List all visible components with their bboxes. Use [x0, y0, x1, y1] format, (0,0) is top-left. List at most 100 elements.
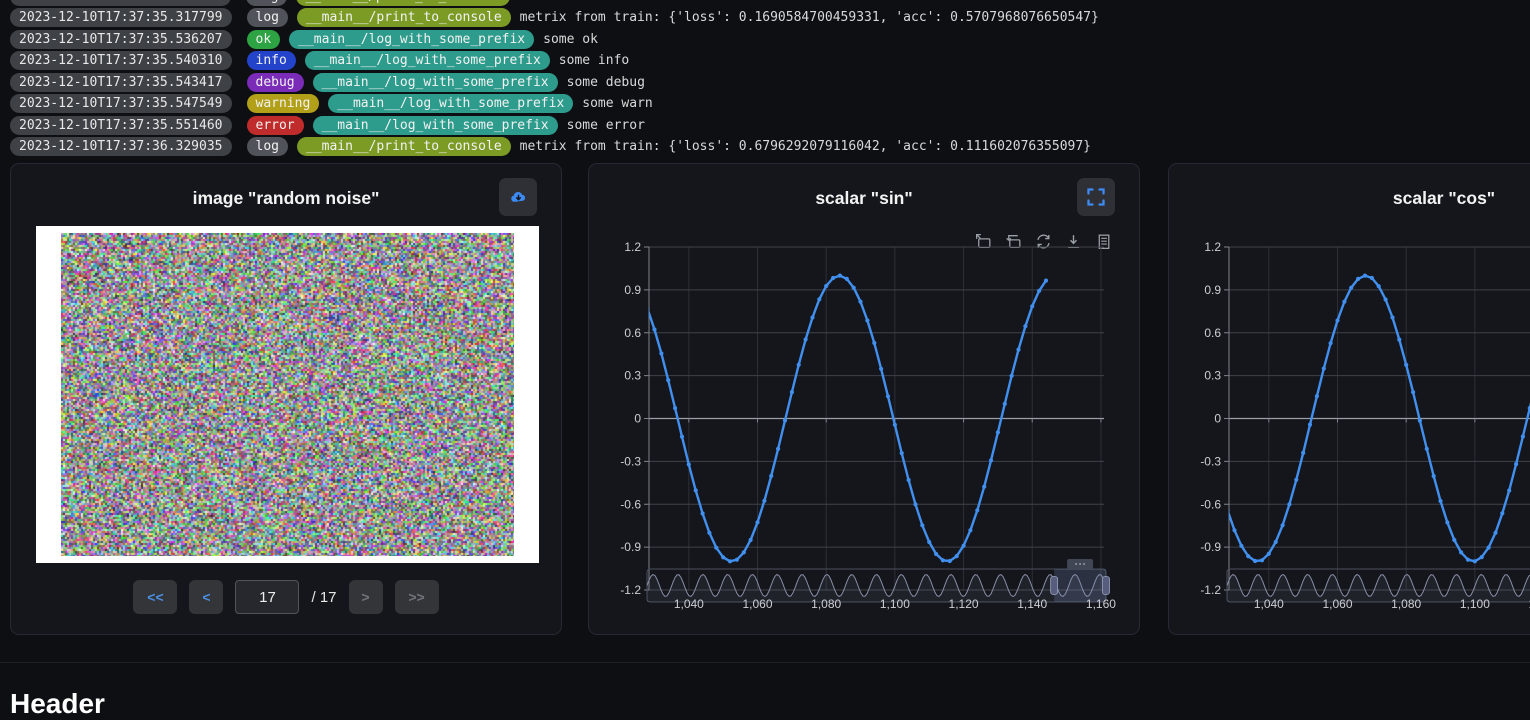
data-point[interactable]: [721, 555, 725, 559]
cos-line-chart[interactable]: 1.20.90.60.30-0.3-0.6-0.9-1.21,0401,0601…: [1169, 224, 1530, 636]
data-point[interactable]: [1023, 324, 1027, 328]
data-point[interactable]: [1370, 276, 1374, 280]
data-point[interactable]: [886, 394, 890, 398]
data-point[interactable]: [1239, 544, 1243, 548]
data-point[interactable]: [1500, 511, 1504, 515]
data-point[interactable]: [1315, 394, 1319, 398]
data-point[interactable]: [927, 540, 931, 544]
data-point[interactable]: [694, 488, 698, 492]
slider-right-handle[interactable]: [1103, 577, 1110, 595]
data-point[interactable]: [1397, 338, 1401, 342]
data-point[interactable]: [783, 418, 787, 422]
data-point[interactable]: [1480, 555, 1484, 559]
data-point[interactable]: [1418, 419, 1422, 423]
data-point[interactable]: [872, 341, 876, 345]
data-point[interactable]: [1287, 502, 1291, 506]
data-point[interactable]: [1473, 559, 1477, 563]
download-image-button[interactable]: [499, 178, 537, 216]
data-point[interactable]: [646, 307, 650, 311]
data-point[interactable]: [996, 430, 1000, 434]
data-point[interactable]: [824, 284, 828, 288]
data-point[interactable]: [1342, 300, 1346, 304]
data-point[interactable]: [1274, 540, 1278, 544]
first-page-button[interactable]: <<: [133, 580, 177, 614]
data-point[interactable]: [1432, 474, 1436, 478]
data-point[interactable]: [769, 474, 773, 478]
data-point[interactable]: [817, 297, 821, 301]
data-point[interactable]: [1487, 546, 1491, 550]
data-point[interactable]: [1356, 277, 1360, 281]
data-point[interactable]: [948, 559, 952, 563]
data-point[interactable]: [845, 277, 849, 281]
data-point[interactable]: [1411, 390, 1415, 394]
data-point[interactable]: [659, 351, 663, 355]
data-point[interactable]: [1404, 363, 1408, 367]
data-point[interactable]: [1037, 289, 1041, 293]
data-point[interactable]: [701, 511, 705, 515]
data-point[interactable]: [920, 523, 924, 527]
data-point[interactable]: [652, 327, 656, 331]
data-point[interactable]: [955, 554, 959, 558]
data-point[interactable]: [982, 485, 986, 489]
data-point[interactable]: [1349, 286, 1353, 290]
data-point[interactable]: [1301, 451, 1305, 455]
data-point[interactable]: [1016, 348, 1020, 352]
data-point[interactable]: [852, 286, 856, 290]
data-point[interactable]: [1514, 462, 1518, 466]
data-point[interactable]: [735, 558, 739, 562]
data-point[interactable]: [968, 528, 972, 532]
data-point[interactable]: [907, 478, 911, 482]
data-point[interactable]: [865, 318, 869, 322]
data-point[interactable]: [1390, 315, 1394, 319]
data-point[interactable]: [1521, 434, 1525, 438]
data-point[interactable]: [1322, 366, 1326, 370]
sin-line-chart[interactable]: 1.20.90.60.30-0.3-0.6-0.9-1.21,0401,0601…: [589, 224, 1141, 636]
data-point[interactable]: [1030, 304, 1034, 308]
data-point[interactable]: [1232, 528, 1236, 532]
data-point[interactable]: [1253, 559, 1257, 563]
data-point[interactable]: [858, 300, 862, 304]
data-point[interactable]: [934, 552, 938, 556]
data-point[interactable]: [1384, 297, 1388, 301]
data-point[interactable]: [797, 363, 801, 367]
data-point[interactable]: [1466, 558, 1470, 562]
data-point[interactable]: [913, 502, 917, 506]
data-point[interactable]: [1010, 374, 1014, 378]
page-number-input[interactable]: [235, 580, 299, 614]
last-page-button[interactable]: >>: [395, 580, 439, 614]
data-point[interactable]: [810, 315, 814, 319]
data-point[interactable]: [687, 462, 691, 466]
data-point[interactable]: [680, 435, 684, 439]
data-point[interactable]: [941, 558, 945, 562]
data-point[interactable]: [893, 423, 897, 427]
data-point[interactable]: [1459, 550, 1463, 554]
data-point[interactable]: [1445, 520, 1449, 524]
data-point[interactable]: [1438, 499, 1442, 503]
data-point[interactable]: [962, 544, 966, 548]
data-point[interactable]: [1003, 402, 1007, 406]
slider-left-handle[interactable]: [1051, 577, 1058, 595]
data-point[interactable]: [673, 406, 677, 410]
data-point[interactable]: [1335, 318, 1339, 322]
next-page-button[interactable]: >: [349, 580, 383, 614]
data-point[interactable]: [1452, 538, 1456, 542]
data-point[interactable]: [1294, 478, 1298, 482]
data-point[interactable]: [838, 274, 842, 278]
data-point[interactable]: [742, 550, 746, 554]
data-point[interactable]: [1377, 284, 1381, 288]
data-point[interactable]: [1329, 341, 1333, 345]
data-point[interactable]: [804, 337, 808, 341]
data-point[interactable]: [975, 508, 979, 512]
data-point[interactable]: [749, 538, 753, 542]
data-point[interactable]: [666, 378, 670, 382]
data-point[interactable]: [1267, 552, 1271, 556]
data-point[interactable]: [762, 499, 766, 503]
data-point[interactable]: [989, 458, 993, 462]
data-point[interactable]: [831, 276, 835, 280]
data-point[interactable]: [1507, 488, 1511, 492]
data-point[interactable]: [1246, 554, 1250, 558]
data-point[interactable]: [1260, 558, 1264, 562]
data-point[interactable]: [879, 367, 883, 371]
data-point[interactable]: [728, 559, 732, 563]
data-point[interactable]: [714, 546, 718, 550]
